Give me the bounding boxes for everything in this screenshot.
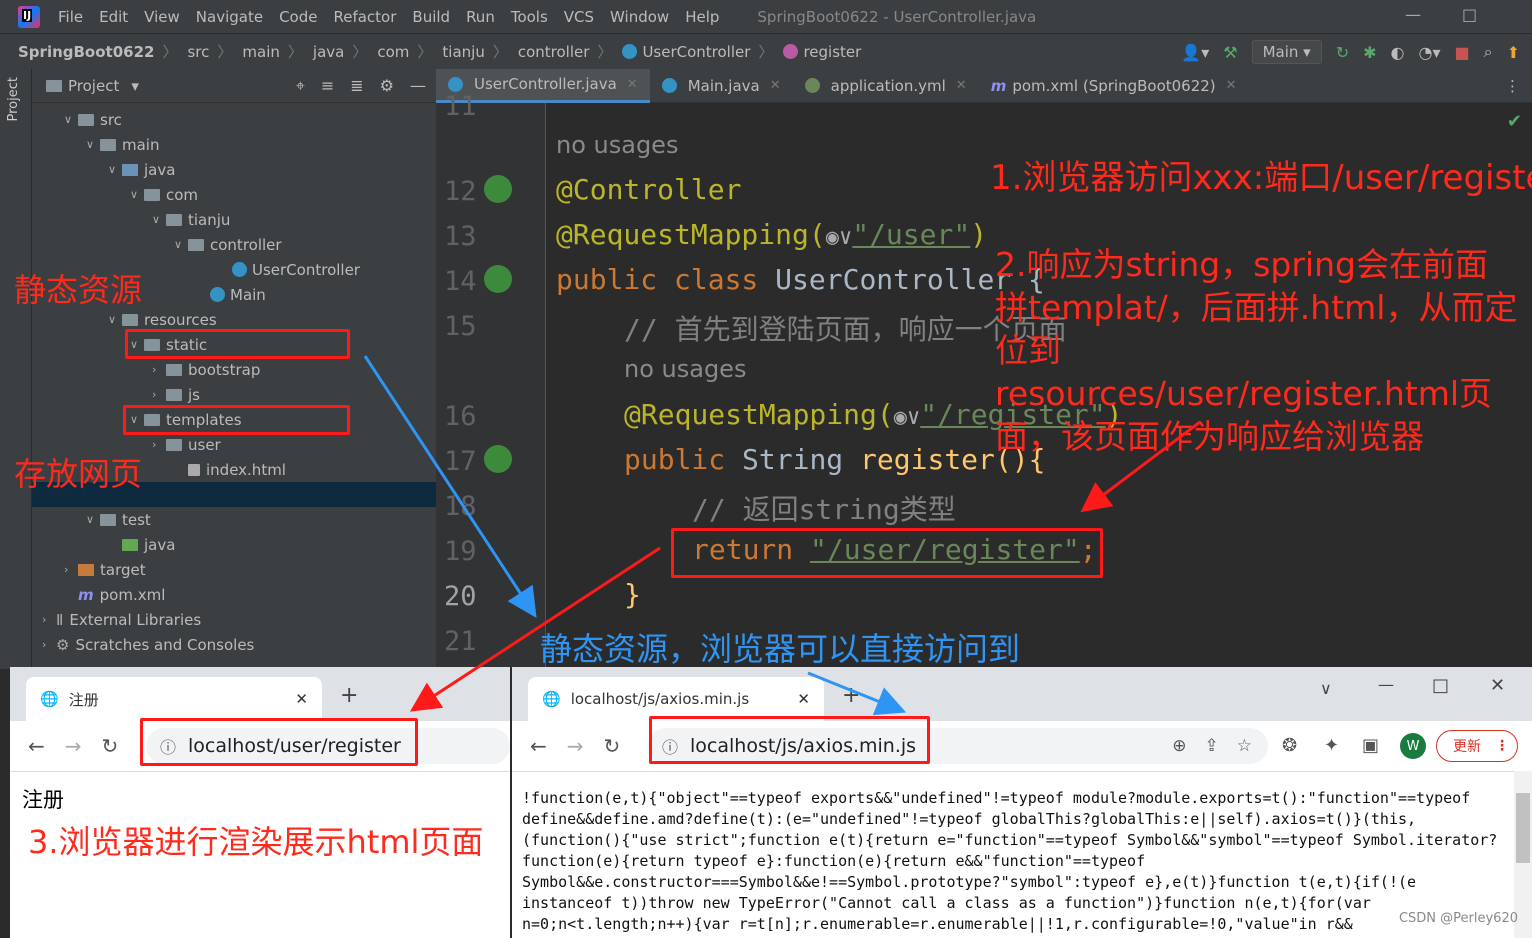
arrow-static-tree	[363, 355, 537, 619]
arrow-step2	[1080, 420, 1201, 513]
arrow-static-url	[807, 671, 907, 716]
arrow-step3	[409, 546, 661, 712]
annotation-arrows	[363, 355, 1201, 716]
